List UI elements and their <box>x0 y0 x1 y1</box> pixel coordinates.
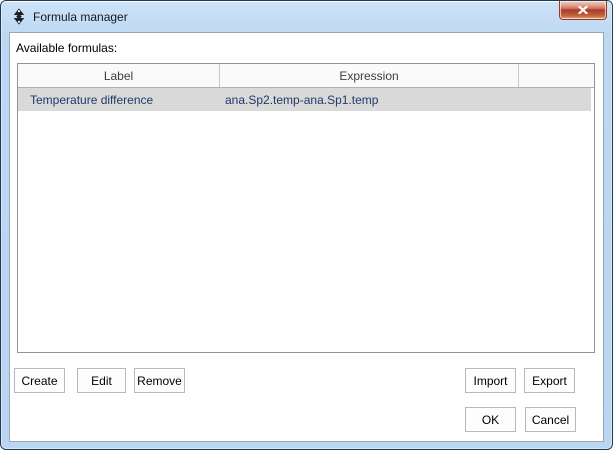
column-header-expression[interactable]: Expression <box>220 64 519 87</box>
table-row[interactable]: Temperature difference ana.Sp2.temp-ana.… <box>18 88 591 111</box>
formulas-table-header: Label Expression <box>18 64 594 88</box>
available-formulas-label: Available formulas: <box>16 41 117 55</box>
column-header-label[interactable]: Label <box>18 64 220 87</box>
formulas-table[interactable]: Label Expression Temperature difference … <box>17 63 595 353</box>
formula-label-cell: Temperature difference <box>18 93 220 107</box>
close-button[interactable] <box>559 1 607 20</box>
remove-button[interactable]: Remove <box>134 368 185 393</box>
window-title: Formula manager <box>33 10 128 24</box>
import-button[interactable]: Import <box>465 368 516 393</box>
export-button[interactable]: Export <box>524 368 575 393</box>
create-button[interactable]: Create <box>14 368 65 393</box>
column-header-empty <box>519 64 594 87</box>
titlebar: Formula manager <box>1 1 612 32</box>
app-icon <box>12 8 26 25</box>
ok-button[interactable]: OK <box>465 407 516 432</box>
formula-expression-cell: ana.Sp2.temp-ana.Sp1.temp <box>220 93 519 107</box>
edit-button[interactable]: Edit <box>77 368 126 393</box>
formula-manager-dialog: Formula manager Available formulas: Labe… <box>0 0 613 450</box>
close-icon <box>578 6 588 14</box>
dialog-client-area: Available formulas: Label Expression Tem… <box>9 32 604 442</box>
cancel-button[interactable]: Cancel <box>525 407 576 432</box>
